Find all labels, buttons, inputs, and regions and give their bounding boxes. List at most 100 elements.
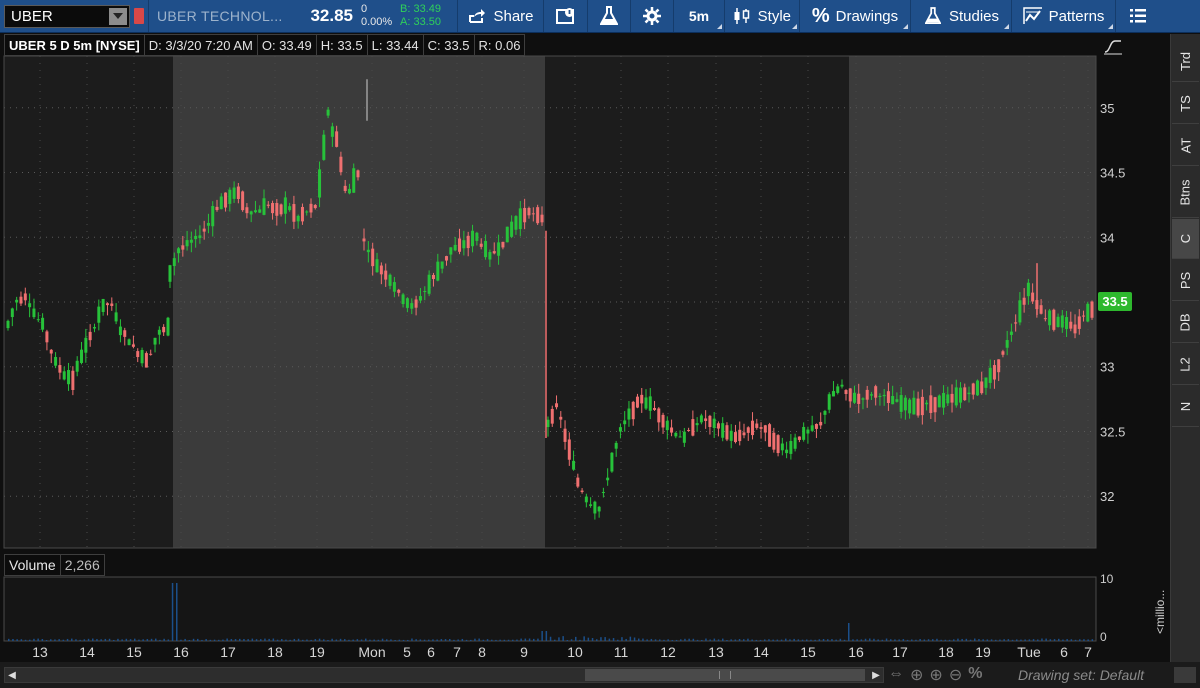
volume-bar <box>218 639 220 641</box>
volume-bar <box>146 639 149 641</box>
volume-bar <box>974 638 976 641</box>
candle-body <box>75 360 79 372</box>
zoom-out-icon[interactable]: ⊖ <box>949 665 962 685</box>
volume-bar <box>66 638 69 641</box>
candle-body <box>780 443 784 451</box>
sidebar-item-l2[interactable]: L2 <box>1172 345 1199 385</box>
volume-bar <box>339 638 342 641</box>
alerts-button[interactable] <box>544 0 587 32</box>
net-change-percent: 0.00% <box>361 16 393 28</box>
candle-body <box>848 388 852 402</box>
volume-bar <box>272 638 275 641</box>
volume-bar <box>276 639 279 641</box>
candle-body <box>110 303 114 306</box>
link-color-badge[interactable] <box>134 8 144 24</box>
volume-bar <box>138 639 140 641</box>
sidebar-item-trd[interactable]: Trd <box>1172 42 1199 82</box>
volume-bar <box>789 639 791 641</box>
time-tick-label: 19 <box>309 644 325 660</box>
volume-bar <box>579 639 581 641</box>
volume-bar <box>549 636 552 641</box>
horizontal-scrollbar[interactable]: ◀ ▶ <box>4 667 884 683</box>
candle-body <box>475 232 479 241</box>
volume-bar <box>533 638 535 641</box>
volume-bar <box>932 639 934 641</box>
candle-body <box>172 258 176 267</box>
volume-bar <box>142 639 144 641</box>
patterns-button[interactable]: Patterns <box>1012 0 1115 32</box>
volume-bar <box>444 639 447 641</box>
candle-body <box>674 432 678 437</box>
volume-bar <box>545 631 548 641</box>
bar-range: R: 0.06 <box>473 34 526 56</box>
candle-body <box>687 430 691 432</box>
volume-bar <box>1079 639 1081 641</box>
sidebar-item-c[interactable]: C <box>1172 219 1199 259</box>
candle-body <box>550 408 554 424</box>
menu-button[interactable] <box>1116 0 1160 32</box>
volume-bar <box>1032 639 1035 641</box>
volume-bar <box>394 639 396 641</box>
sidebar-item-db[interactable]: DB <box>1172 303 1199 343</box>
axis-scale-icon[interactable] <box>1102 36 1124 56</box>
percent-icon[interactable]: % <box>968 665 982 685</box>
time-tick-label: 17 <box>892 644 908 660</box>
gear-icon <box>642 6 662 26</box>
candle-body <box>1065 317 1069 330</box>
candle-body <box>514 216 518 230</box>
scroll-right-icon[interactable]: ▶ <box>869 668 883 682</box>
price-chart[interactable]: 3534.53433.53332.532 33.5 10 0 <millio..… <box>0 34 1170 662</box>
sidebar-item-n[interactable]: N <box>1172 387 1199 427</box>
zoom-in-icon[interactable]: ⊕ <box>929 665 942 685</box>
sidebar-item-btns[interactable]: Btns <box>1172 168 1199 218</box>
volume-bar <box>1041 638 1043 641</box>
volume-bar <box>625 638 627 641</box>
pan-arrows-icon[interactable]: ⇔ <box>888 665 904 685</box>
studies-label: Studies <box>948 7 1000 25</box>
volume-bar <box>461 638 464 641</box>
volume-bar <box>1083 639 1085 641</box>
volume-bar <box>524 638 527 641</box>
sidebar-item-ps[interactable]: PS <box>1172 261 1199 301</box>
candle-body <box>84 337 88 353</box>
drawings-button[interactable]: % Drawings <box>800 0 910 32</box>
symbol-text: UBER <box>11 7 53 25</box>
volume-bar <box>927 639 930 641</box>
aggregation-button[interactable]: 5m <box>674 0 724 32</box>
volume-bar <box>801 639 804 641</box>
bottom-corner-button[interactable] <box>1174 667 1196 683</box>
volume-bar <box>331 638 333 641</box>
volume-bar <box>457 639 459 641</box>
sidebar-item-ts[interactable]: TS <box>1172 84 1199 124</box>
candle-body <box>895 399 899 402</box>
studies-button[interactable]: Studies <box>911 0 1011 32</box>
volume-bar <box>428 639 430 641</box>
volume-bar <box>1045 638 1047 641</box>
time-tick-label: 15 <box>126 644 142 660</box>
symbol-input[interactable]: UBER <box>4 4 130 28</box>
settings-button[interactable] <box>631 0 673 32</box>
symbol-dropdown-button[interactable] <box>109 7 127 25</box>
volume-bar <box>923 639 926 641</box>
candle-body <box>6 320 10 329</box>
volume-bar <box>129 639 132 641</box>
scroll-thumb[interactable] <box>585 669 865 681</box>
share-button[interactable]: Share <box>458 0 543 32</box>
volume-bar <box>734 639 737 641</box>
candle-body <box>1090 301 1094 318</box>
patterns-label: Patterns <box>1048 7 1105 25</box>
volume-bar <box>831 639 833 641</box>
volume-bar <box>474 638 476 641</box>
volume-bar <box>516 639 518 641</box>
volume-bar <box>520 638 522 641</box>
volume-bar <box>751 639 753 641</box>
candle-body <box>356 170 360 178</box>
volume-bar <box>100 639 102 641</box>
crosshair-icon[interactable]: ⊕ <box>910 665 923 685</box>
candle-body <box>546 419 550 428</box>
sidebar-item-at[interactable]: AT <box>1172 126 1199 166</box>
scroll-left-icon[interactable]: ◀ <box>5 668 19 682</box>
candle-body <box>716 423 720 429</box>
style-button[interactable]: Style <box>725 0 799 32</box>
lab-button[interactable] <box>588 0 630 32</box>
